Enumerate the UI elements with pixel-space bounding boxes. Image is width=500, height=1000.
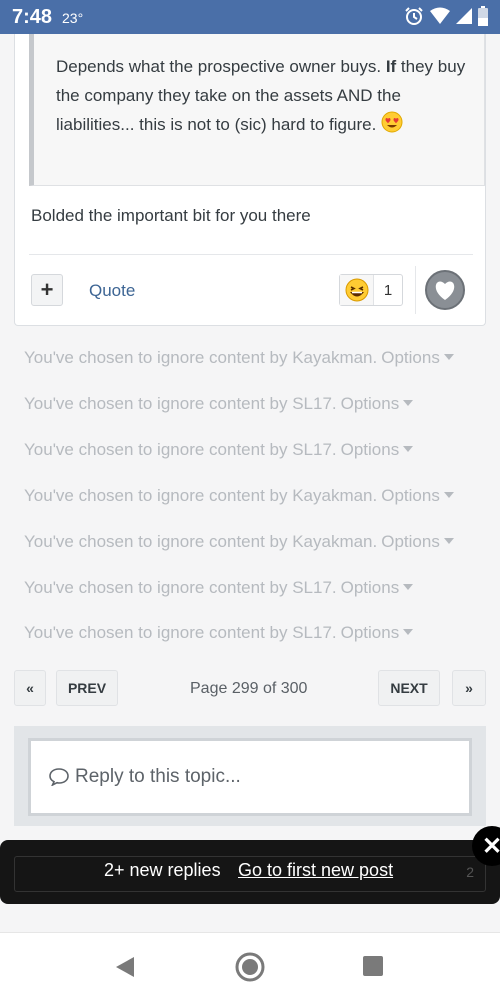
vertical-divider [415, 266, 416, 314]
heart-icon [435, 281, 455, 300]
reply-area: Reply to this topic... [14, 726, 486, 826]
home-icon[interactable] [234, 951, 266, 983]
ignored-content-text: You've chosen to ignore content by Kayak… [24, 348, 378, 367]
wifi-icon [430, 7, 450, 24]
caret-down-icon [403, 400, 414, 406]
ignored-options-button[interactable]: Options [381, 486, 440, 505]
post-body-text: Bolded the important bit for you there [31, 206, 311, 225]
ignored-content-notice: You've chosen to ignore content by Kayak… [24, 486, 454, 506]
first-page-button[interactable]: « [14, 670, 46, 706]
heart-eyes-emoji-icon [381, 111, 403, 133]
ignored-content-text: You've chosen to ignore content by SL17. [24, 394, 337, 413]
caret-down-icon [443, 492, 454, 498]
ignored-options-button[interactable]: Options [341, 578, 400, 597]
ignored-content-text: You've chosen to ignore content by Kayak… [24, 532, 378, 551]
reply-placeholder: Reply to this topic... [75, 766, 241, 787]
ignored-options-button[interactable]: Options [381, 532, 440, 551]
alarm-icon [405, 7, 423, 25]
ignored-content-notice: You've chosen to ignore content by SL17.… [24, 394, 414, 414]
ignored-content-text: You've chosen to ignore content by SL17. [24, 623, 337, 642]
blockquote: Depends what the prospective owner buys.… [29, 34, 485, 186]
caret-down-icon [443, 354, 454, 360]
reply-input[interactable]: Reply to this topic... [28, 738, 472, 816]
battery-icon [478, 6, 488, 26]
quote-text-start: Depends what the prospective owner buys. [56, 57, 386, 76]
reaction-count: 1 [383, 281, 393, 299]
underlying-count: 2 [466, 864, 474, 880]
ignored-content-text: You've chosen to ignore content by Kayak… [24, 486, 378, 505]
prev-page-button[interactable]: PREV [56, 670, 118, 706]
divider [29, 254, 473, 255]
next-page-button[interactable]: NEXT [378, 670, 440, 706]
ignored-content-notice: You've chosen to ignore content by Kayak… [24, 532, 454, 552]
caret-down-icon [443, 538, 454, 544]
signal-icon [456, 8, 472, 24]
speech-bubble-icon [49, 768, 69, 786]
ignored-content-notice: You've chosen to ignore content by SL17.… [24, 440, 414, 460]
post-card: Depends what the prospective owner buys.… [14, 34, 486, 326]
status-time: 7:48 [12, 6, 53, 28]
system-nav-bar [0, 932, 500, 1000]
caret-down-icon [403, 584, 414, 590]
recents-icon[interactable] [362, 955, 384, 977]
page-indicator: Page 299 of 300 [190, 680, 308, 697]
last-page-button[interactable]: » [452, 670, 486, 706]
back-icon[interactable] [114, 955, 136, 979]
status-bar: 7:48 23° [0, 0, 500, 34]
reaction-summary[interactable]: 1 [339, 274, 403, 306]
ignored-content-notice: You've chosen to ignore content by SL17.… [24, 623, 414, 643]
ignored-options-button[interactable]: Options [341, 440, 400, 459]
go-to-first-new-post-link[interactable]: Go to first new post [238, 860, 393, 881]
ignored-content-notice: You've chosen to ignore content by Kayak… [24, 348, 454, 368]
ignored-options-button[interactable]: Options [341, 394, 400, 413]
like-heart-button[interactable] [425, 270, 465, 310]
caret-down-icon [403, 446, 414, 452]
caret-down-icon [403, 629, 414, 635]
status-temperature: 23° [62, 10, 84, 26]
quote-button[interactable]: Quote [89, 281, 135, 301]
ignored-content-text: You've chosen to ignore content by SL17. [24, 440, 337, 459]
multiquote-add-button[interactable]: + [31, 274, 63, 306]
new-replies-message: 2+ new replies [104, 860, 221, 880]
ignored-content-notice: You've chosen to ignore content by SL17.… [24, 578, 414, 598]
ignored-content-text: You've chosen to ignore content by SL17. [24, 578, 337, 597]
laugh-reaction-icon [340, 275, 374, 305]
ignored-options-button[interactable]: Options [381, 348, 440, 367]
new-replies-toast: 2 2+ new replies Go to first new post [0, 840, 500, 904]
quote-bold-text: If [385, 57, 397, 76]
status-icons [404, 6, 488, 26]
ignored-options-button[interactable]: Options [341, 623, 400, 642]
